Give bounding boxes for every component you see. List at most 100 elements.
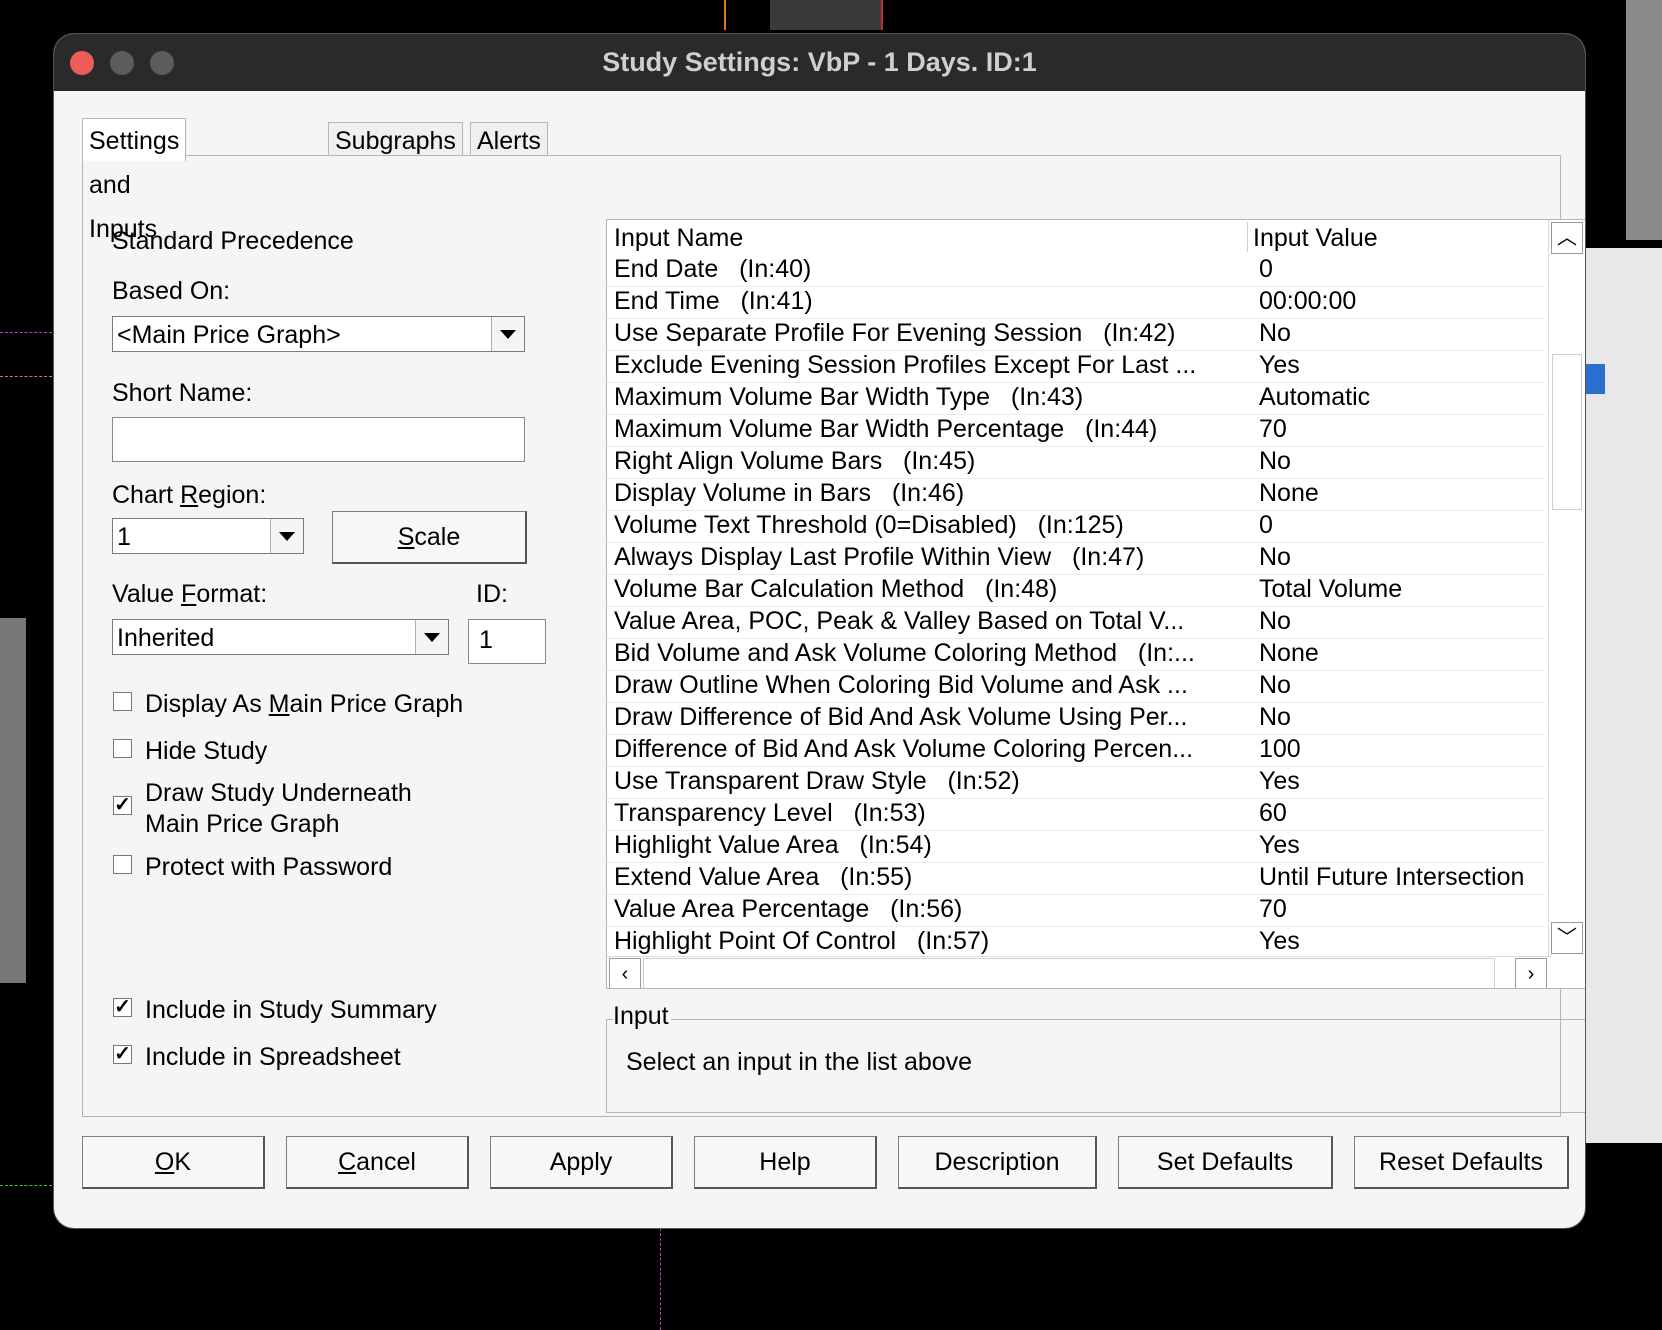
list-item[interactable]: Value Area, POC, Peak & Valley Based on … <box>607 606 1545 639</box>
input-value-cell[interactable]: Yes <box>1259 767 1300 796</box>
input-value-cell[interactable]: 70 <box>1259 895 1287 924</box>
list-item[interactable]: Right Align Volume Bars (In:45) No <box>607 446 1545 479</box>
list-item[interactable]: Difference of Bid And Ask Volume Colorin… <box>607 734 1545 767</box>
horizontal-scrollbar[interactable]: ‹ › <box>607 956 1551 988</box>
chart-region-select[interactable]: 1 <box>112 518 304 554</box>
value-format-select[interactable]: Inherited <box>112 619 449 655</box>
list-item[interactable]: Always Display Last Profile Within View … <box>607 542 1545 575</box>
reset-defaults-button[interactable]: Reset Defaults <box>1354 1136 1569 1189</box>
input-name-cell: Draw Outline When Coloring Bid Volume an… <box>614 671 1188 699</box>
chevron-down-icon[interactable] <box>270 519 303 553</box>
input-value-cell[interactable]: No <box>1259 319 1291 348</box>
input-value-cell[interactable]: Total Volume <box>1259 575 1402 604</box>
input-name-cell: Maximum Volume Bar Width Percentage (In:… <box>614 415 1158 443</box>
input-name-cell: Value Area Percentage (In:56) <box>614 895 963 923</box>
minimize-window-button[interactable] <box>110 51 134 75</box>
input-value-cell[interactable]: 0 <box>1259 511 1273 540</box>
list-item[interactable]: Highlight Point Of Control (In:57) Yes <box>607 926 1545 959</box>
scroll-up-icon[interactable]: ︿ <box>1551 222 1583 254</box>
include-in-spreadsheet-checkbox[interactable]: ✓ <box>113 1044 132 1064</box>
column-header-input-name[interactable]: Input Name <box>614 224 743 253</box>
short-name-input[interactable] <box>112 417 525 462</box>
input-value-cell[interactable]: None <box>1259 479 1319 508</box>
id-label: ID: <box>476 580 508 608</box>
list-item[interactable]: Bid Volume and Ask Volume Coloring Metho… <box>607 638 1545 671</box>
input-value-cell[interactable]: Yes <box>1259 351 1300 380</box>
list-item[interactable]: Extend Value Area (In:55) Until Future In… <box>607 862 1545 895</box>
input-value-cell[interactable]: 00:00:00 <box>1259 287 1356 316</box>
input-value-cell[interactable]: 60 <box>1259 799 1287 828</box>
tab-alerts[interactable]: Alerts <box>470 122 548 159</box>
list-item[interactable]: Draw Outline When Coloring Bid Volume an… <box>607 670 1545 703</box>
based-on-select[interactable]: <Main Price Graph> <box>112 316 525 352</box>
input-name-cell: Always Display Last Profile Within View … <box>614 543 1145 571</box>
input-value-cell[interactable]: Yes <box>1259 831 1300 860</box>
chevron-down-icon[interactable] <box>415 620 448 654</box>
help-button[interactable]: Help <box>694 1136 877 1189</box>
scroll-down-icon[interactable]: ﹀ <box>1551 922 1583 954</box>
list-item[interactable]: Display Volume in Bars (In:46) None <box>607 478 1545 511</box>
input-value-cell[interactable]: No <box>1259 447 1291 476</box>
input-value-cell[interactable]: Until Future Intersection <box>1259 863 1524 892</box>
input-value-cell[interactable]: 0 <box>1259 255 1273 284</box>
ok-button[interactable]: OK <box>82 1136 265 1189</box>
list-item[interactable]: End Time (In:41) 00:00:00 <box>607 286 1545 319</box>
input-value-cell[interactable]: Yes <box>1259 927 1300 956</box>
input-name-cell: Exclude Evening Session Profiles Except … <box>614 351 1197 379</box>
scrollbar-thumb[interactable] <box>1552 354 1582 510</box>
input-value-cell[interactable]: No <box>1259 543 1291 572</box>
inputs-list[interactable]: Input Name Input Value End Date (In:40) 0… <box>606 219 1585 989</box>
vertical-scrollbar[interactable]: ︿ ﹀ <box>1548 220 1585 956</box>
value-format-value: Inherited <box>117 624 215 652</box>
close-window-button[interactable] <box>70 51 94 75</box>
column-header-input-value[interactable]: Input Value <box>1253 224 1378 253</box>
list-item[interactable]: Value Area Percentage (In:56) 70 <box>607 894 1545 927</box>
input-name-cell: Right Align Volume Bars (In:45) <box>614 447 976 475</box>
short-name-label: Short Name: <box>112 379 253 407</box>
draw-underneath-label-line2: Main Price Graph <box>145 810 340 838</box>
list-item[interactable]: Maximum Volume Bar Width Percentage (In:… <box>607 414 1545 447</box>
chevron-down-icon[interactable] <box>491 317 524 351</box>
list-item[interactable]: Maximum Volume Bar Width Type (In:43) Aut… <box>607 382 1545 415</box>
draw-underneath-checkbox[interactable]: ✓ <box>113 795 132 815</box>
input-value-cell[interactable]: 100 <box>1259 735 1301 764</box>
list-item[interactable]: End Date (In:40) 0 <box>607 254 1545 287</box>
scroll-left-icon[interactable]: ‹ <box>609 958 641 988</box>
list-item[interactable]: Highlight Value Area (In:54) Yes <box>607 830 1545 863</box>
tab-subgraphs[interactable]: Subgraphs <box>328 122 463 159</box>
input-value-cell[interactable]: Automatic <box>1259 383 1370 412</box>
input-name-cell: Highlight Value Area (In:54) <box>614 831 932 859</box>
set-defaults-button[interactable]: Set Defaults <box>1118 1136 1333 1189</box>
list-item[interactable]: Volume Bar Calculation Method (In:48) Tot… <box>607 574 1545 607</box>
scale-button[interactable]: Scale <box>332 511 527 564</box>
description-button[interactable]: Description <box>898 1136 1097 1189</box>
list-item[interactable]: Use Separate Profile For Evening Session… <box>607 318 1545 351</box>
display-as-main-price-graph-checkbox[interactable] <box>113 692 132 711</box>
horizontal-scrollbar-thumb[interactable] <box>643 958 1495 988</box>
apply-button[interactable]: Apply <box>490 1136 673 1189</box>
id-input[interactable]: 1 <box>468 619 546 664</box>
input-name-cell: Volume Text Threshold (0=Disabled) (In:1… <box>614 511 1124 539</box>
input-value-cell[interactable]: No <box>1259 607 1291 636</box>
list-item[interactable]: Use Transparent Draw Style (In:52) Yes <box>607 766 1545 799</box>
include-in-study-summary-checkbox[interactable]: ✓ <box>113 997 132 1017</box>
input-value-cell[interactable]: No <box>1259 671 1291 700</box>
input-value-cell[interactable]: No <box>1259 703 1291 732</box>
protect-with-password-checkbox[interactable] <box>113 855 132 874</box>
tab-settings-and-inputs[interactable]: Settings and Inputs <box>82 118 187 243</box>
list-item[interactable]: Exclude Evening Session Profiles Except … <box>607 350 1545 383</box>
based-on-value: <Main Price Graph> <box>117 321 341 349</box>
input-name-cell: Use Transparent Draw Style (In:52) <box>614 767 1020 795</box>
list-item[interactable]: Draw Difference of Bid And Ask Volume Us… <box>607 702 1545 735</box>
input-name-cell: Value Area, POC, Peak & Valley Based on … <box>614 607 1185 635</box>
list-item[interactable]: Transparency Level (In:53) 60 <box>607 798 1545 831</box>
input-group-title: Input <box>613 1002 671 1031</box>
scroll-right-icon[interactable]: › <box>1515 958 1547 988</box>
input-name-cell: Bid Volume and Ask Volume Coloring Metho… <box>614 639 1195 667</box>
input-value-cell[interactable]: 70 <box>1259 415 1287 444</box>
zoom-window-button[interactable] <box>150 51 174 75</box>
input-value-cell[interactable]: None <box>1259 639 1319 668</box>
hide-study-checkbox[interactable] <box>113 739 132 758</box>
cancel-button[interactable]: Cancel <box>286 1136 469 1189</box>
list-item[interactable]: Volume Text Threshold (0=Disabled) (In:1… <box>607 510 1545 543</box>
